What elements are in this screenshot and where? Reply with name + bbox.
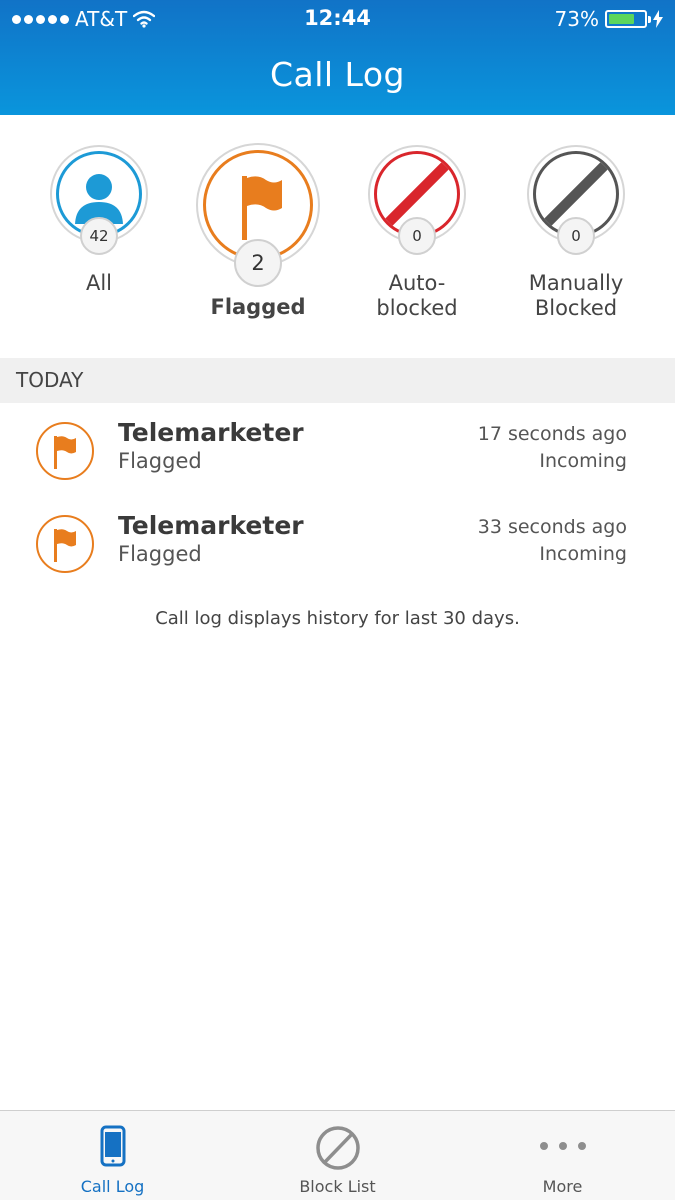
section-header-today: TODAY	[0, 358, 675, 403]
tab-block-list[interactable]: Block List	[225, 1111, 450, 1200]
filter-flagged-count: 2	[234, 239, 282, 287]
filter-auto-blocked[interactable]: 0 Auto- blocked	[337, 145, 497, 321]
filter-manually-blocked-label: Manually Blocked	[496, 271, 656, 321]
person-icon	[75, 174, 123, 224]
history-footnote: Call log displays history for last 30 da…	[155, 608, 520, 629]
filter-auto-blocked-label-line1: Auto-	[388, 271, 446, 295]
filter-flagged-ring: 2	[196, 143, 320, 287]
filter-auto-blocked-label: Auto- blocked	[337, 271, 497, 321]
filter-all-label: All	[85, 271, 113, 295]
filter-manually-blocked[interactable]: 0 Manually Blocked	[496, 145, 656, 321]
flag-icon	[36, 515, 94, 573]
filter-manually-blocked-label-line1: Manually	[528, 271, 624, 295]
call-filter-bar: 42 All 2 Flagged 0 Auto- blocked 0 Manua…	[0, 115, 675, 358]
battery-percent: 73%	[554, 7, 599, 31]
call-log-row[interactable]: Telemarketer Flagged 17 seconds ago Inco…	[0, 410, 675, 502]
flag-icon	[36, 422, 94, 480]
tab-bar: Call Log Block List More	[0, 1110, 675, 1200]
page-title: Call Log	[269, 55, 406, 94]
caller-name: Telemarketer	[118, 511, 304, 540]
battery-icon	[605, 10, 651, 28]
filter-flagged[interactable]: 2 Flagged	[178, 143, 338, 320]
tab-block-list-label: Block List	[299, 1177, 376, 1196]
block-icon	[315, 1126, 360, 1170]
caller-name: Telemarketer	[118, 418, 304, 447]
filter-flagged-label: Flagged	[210, 295, 306, 319]
tab-more-label: More	[542, 1177, 583, 1196]
flag-icon	[242, 176, 282, 240]
phone-icon	[100, 1125, 125, 1167]
filter-all[interactable]: 42 All	[19, 145, 179, 296]
tab-more[interactable]: More	[450, 1111, 675, 1200]
filter-auto-blocked-ring: 0	[368, 145, 466, 255]
tab-call-log-label: Call Log	[80, 1177, 145, 1196]
filter-manually-blocked-label-line2: Blocked	[534, 296, 618, 320]
tab-call-log[interactable]: Call Log	[0, 1111, 225, 1200]
battery-status: 73%	[555, 7, 663, 31]
call-status: Flagged	[118, 449, 202, 473]
call-time: 17 seconds ago	[477, 423, 627, 445]
call-direction: Incoming	[539, 543, 627, 565]
call-status: Flagged	[118, 542, 202, 566]
filter-all-ring: 42	[50, 145, 148, 255]
status-bar: AT&T 12:44 73%	[0, 0, 675, 38]
filter-auto-blocked-count: 0	[398, 217, 436, 255]
filter-all-count: 42	[80, 217, 118, 255]
more-icon	[539, 1142, 586, 1150]
call-log-row[interactable]: Telemarketer Flagged 33 seconds ago Inco…	[0, 503, 675, 595]
call-time: 33 seconds ago	[477, 516, 627, 538]
charging-bolt-icon	[653, 10, 663, 28]
filter-auto-blocked-label-line2: blocked	[376, 296, 458, 320]
filter-manually-blocked-ring: 0	[527, 145, 625, 255]
call-direction: Incoming	[539, 450, 627, 472]
filter-manually-blocked-count: 0	[557, 217, 595, 255]
app-header: AT&T 12:44 73% Call Log	[0, 0, 675, 115]
